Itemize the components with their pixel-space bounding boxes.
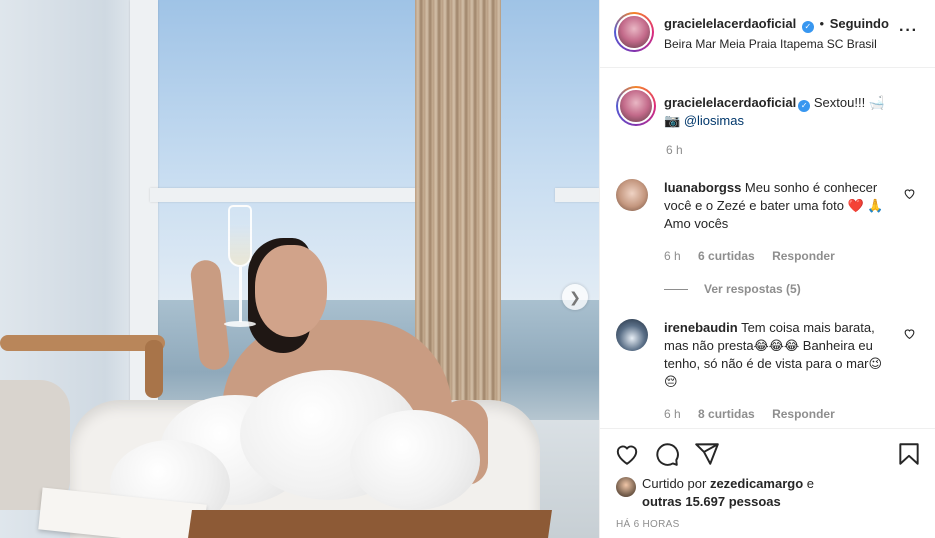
more-options-icon[interactable]: ··· (899, 22, 918, 40)
window-frame-rail-right (555, 188, 599, 202)
post-actions: Curtido por zezedicamargo e outras 15.69… (600, 428, 935, 538)
avatar[interactable] (616, 86, 656, 126)
verified-badge-icon: ✓ (798, 100, 811, 112)
comment-icon[interactable] (654, 441, 680, 467)
window-frame-rail (150, 188, 420, 202)
chevron-right-icon[interactable]: ❯ (562, 284, 588, 310)
likes-user[interactable]: zezedicamargo (710, 476, 803, 491)
photo-foam (350, 410, 480, 510)
heart-icon[interactable] (903, 327, 916, 340)
author-username[interactable]: gracielelacerdaoficial (664, 16, 796, 31)
separator: • (819, 16, 825, 31)
reply-button[interactable]: Responder (772, 249, 835, 263)
heart-icon[interactable] (903, 187, 916, 200)
avatar[interactable] (614, 12, 654, 52)
avatar[interactable] (616, 319, 648, 351)
likes-count[interactable]: outras 15.697 pessoas (642, 494, 781, 509)
caption-body: Sextou!!! 🛁 (813, 95, 885, 110)
comment-text: irenebaudin Tem coisa mais barata, mas n… (664, 319, 894, 391)
view-replies-button[interactable]: Ver respostas (5) (664, 282, 801, 296)
post-timestamp[interactable]: HÁ 6 HORAS (616, 519, 680, 530)
post-photo[interactable]: ❯ (0, 0, 599, 538)
likes-prefix: Curtido por (642, 476, 707, 491)
instagram-post: ❯ gracielelacerdaoficial ✓ • Seguindo Be… (0, 0, 935, 538)
photo-champagne-glass (222, 205, 258, 335)
share-icon[interactable] (694, 441, 720, 467)
post-side-panel: gracielelacerdaoficial ✓ • Seguindo Beir… (599, 0, 935, 538)
comment-username[interactable]: luanaborgss (664, 180, 741, 195)
post-header: gracielelacerdaoficial ✓ • Seguindo Beir… (600, 0, 935, 68)
photo-faucet (0, 335, 165, 351)
avatar[interactable] (616, 179, 648, 211)
photo-person-head (255, 245, 327, 337)
photo-tray (188, 510, 552, 538)
camera-icon: 📷 (664, 113, 681, 128)
caption-time[interactable]: 6 h (666, 143, 683, 157)
likes-connector: e (806, 476, 814, 491)
comment-text: luanaborgss Meu sonho é conhecer você e … (664, 179, 894, 233)
comment-meta: 6 h 8 curtidas Responder (664, 407, 849, 421)
caption-username[interactable]: gracielelacerdaoficial (664, 95, 796, 110)
comment-time[interactable]: 6 h (664, 407, 681, 421)
following-button[interactable]: Seguindo (830, 16, 889, 31)
caption-mention[interactable]: @liosimas (684, 113, 744, 128)
caption-text: gracielelacerdaoficial ✓ Sextou!!! 🛁 📷 @l… (664, 94, 924, 130)
reply-button[interactable]: Responder (772, 407, 835, 421)
header-row: gracielelacerdaoficial ✓ • Seguindo (664, 16, 889, 33)
comment-time[interactable]: 6 h (664, 249, 681, 263)
post-location[interactable]: Beira Mar Meia Praia Itapema SC Brasil (664, 37, 877, 51)
heart-icon[interactable] (614, 441, 640, 467)
comment-meta: 6 h 6 curtidas Responder (664, 249, 849, 263)
divider (664, 288, 688, 290)
view-replies-label: Ver respostas (5) (704, 282, 801, 296)
likes-text: Curtido por zezedicamargo e outras 15.69… (642, 475, 902, 511)
photo-faucet-spout (145, 340, 163, 398)
bookmark-icon[interactable] (896, 441, 922, 467)
comment-likes[interactable]: 8 curtidas (698, 407, 755, 421)
verified-badge-icon: ✓ (801, 21, 814, 33)
avatar[interactable] (616, 477, 636, 497)
comment-likes[interactable]: 6 curtidas (698, 249, 755, 263)
comment-username[interactable]: irenebaudin (664, 320, 738, 335)
